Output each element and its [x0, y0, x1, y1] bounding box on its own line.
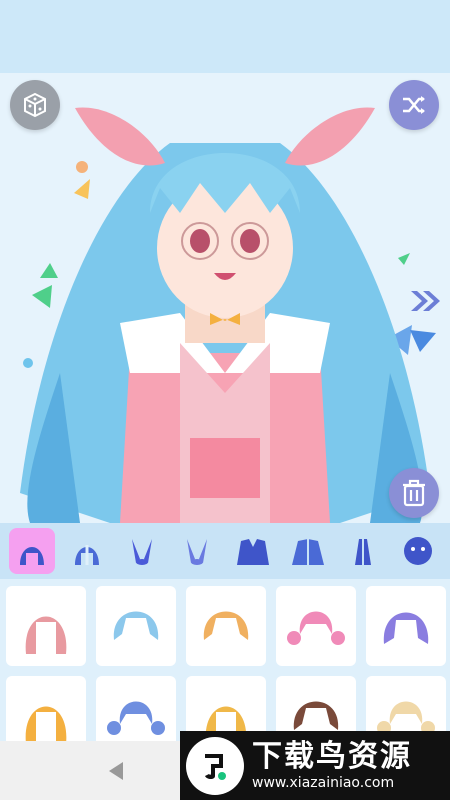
delete-button[interactable]	[389, 468, 439, 518]
shuffle-button[interactable]	[389, 80, 439, 130]
outfit-alt-icon	[291, 539, 324, 565]
shuffle-icon	[403, 96, 425, 114]
outfit-icon	[236, 539, 269, 565]
randomize-button[interactable]	[10, 80, 60, 130]
ears-alt-icon	[187, 539, 208, 565]
character-stage	[0, 73, 450, 523]
tab-outfit[interactable]	[230, 528, 276, 574]
hair-item[interactable]	[366, 586, 446, 666]
hair-item[interactable]	[276, 586, 356, 666]
ears-icon	[132, 539, 153, 565]
watermark-url: www.xiazainiao.com	[252, 774, 395, 791]
hair-thumbnail	[107, 701, 165, 735]
tab-hair-back[interactable]	[64, 528, 110, 574]
top-bar	[0, 0, 450, 73]
character-illustration	[20, 107, 436, 523]
item-grid	[0, 579, 450, 741]
hair-item[interactable]	[186, 586, 266, 666]
hair-thumbnail	[25, 706, 67, 741]
hair-thumbnail	[113, 611, 159, 640]
back-triangle-icon[interactable]	[105, 759, 129, 783]
hair-thumbnail	[383, 612, 429, 644]
trash-icon	[403, 479, 425, 507]
tab-ears-alt[interactable]	[174, 528, 220, 574]
bird-logo-icon	[186, 736, 244, 795]
hair-item[interactable]	[6, 586, 86, 666]
hair-thumbnail	[203, 611, 249, 640]
next-page-button[interactable]	[408, 288, 442, 314]
tab-ears[interactable]	[119, 528, 165, 574]
tab-hair-front[interactable]	[8, 528, 55, 574]
hair-thumbnail	[25, 616, 67, 654]
accessory-icon	[355, 539, 372, 565]
watermark-title: 下载鸟资源	[252, 738, 412, 774]
hair-item[interactable]	[96, 586, 176, 666]
hair-item[interactable]	[6, 676, 86, 741]
hair-front-icon	[19, 547, 44, 565]
category-tabs	[0, 523, 450, 579]
hair-item[interactable]	[96, 676, 176, 741]
hair-back-icon	[74, 545, 99, 565]
tab-outfit-alt[interactable]	[285, 528, 331, 574]
watermark: 下载鸟资源 www.xiazainiao.com	[180, 731, 450, 800]
tab-accessory[interactable]	[340, 528, 386, 574]
tab-face[interactable]	[395, 528, 441, 574]
double-chevron-icon	[411, 291, 440, 311]
face-icon	[404, 537, 433, 565]
hair-thumbnail	[287, 611, 345, 645]
dice-icon	[24, 92, 46, 118]
